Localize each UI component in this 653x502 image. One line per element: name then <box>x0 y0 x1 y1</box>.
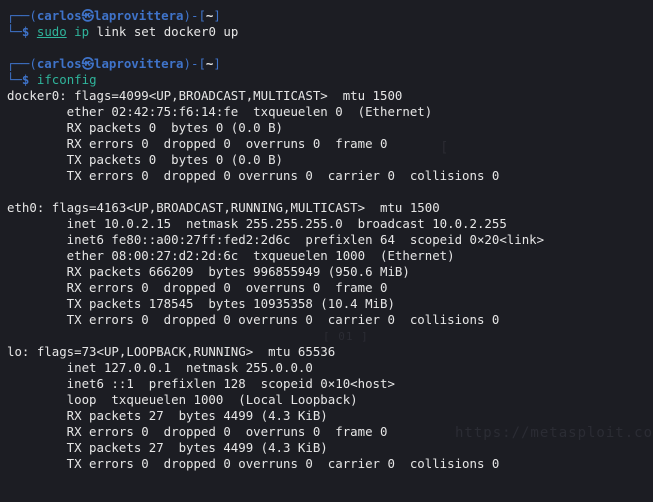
command-args: link set docker0 up <box>89 24 239 39</box>
output-line: RX errors 0 dropped 0 overruns 0 frame 0 <box>7 280 388 295</box>
prompt-host: laprovittera <box>94 56 184 71</box>
prompt-frame: └─ <box>7 72 22 87</box>
prompt-frame: ┌──( <box>7 56 37 71</box>
prompt-frame: ┌──( <box>7 8 37 23</box>
output-line: TX packets 27 bytes 4499 (4.3 KiB) <box>7 440 328 455</box>
output-line: inet 127.0.0.1 netmask 255.0.0.0 <box>7 360 313 375</box>
output-line: loop txqueuelen 1000 (Local Loopback) <box>7 392 358 407</box>
output-line: RX errors 0 dropped 0 overruns 0 frame 0 <box>7 136 388 151</box>
prompt-line-top: ┌──(carlos㉿laprovittera)-[~] <box>7 8 221 24</box>
prompt-dollar: $ <box>21 72 30 87</box>
prompt-frame: )-[ <box>183 56 206 71</box>
prompt-user: carlos <box>36 8 82 23</box>
command-line[interactable]: └─$ ifconfig <box>7 72 97 88</box>
prompt-line-top: ┌──(carlos㉿laprovittera)-[~] <box>7 56 221 72</box>
prompt-frame: )-[ <box>183 8 206 23</box>
background-watermark-note: [ 01 ] <box>323 330 369 343</box>
command-sudo: sudo <box>36 24 67 39</box>
output-line: inet 10.0.2.15 netmask 255.255.255.0 bro… <box>7 216 507 231</box>
prompt-frame: └─ <box>7 24 22 39</box>
command-name: ip <box>74 24 90 39</box>
output-line: docker0: flags=4099<UP,BROADCAST,MULTICA… <box>7 88 403 103</box>
command-line[interactable]: └─$ sudo ip link set docker0 up <box>7 24 238 40</box>
prompt-user: carlos <box>36 56 82 71</box>
output-line: ether 08:00:27:d2:2d:6c txqueuelen 1000 … <box>7 248 455 263</box>
output-line: TX packets 0 bytes 0 (0.0 B) <box>7 152 284 167</box>
output-line: TX errors 0 dropped 0 overruns 0 carrier… <box>7 168 500 183</box>
prompt-at-symbol: ㉿ <box>81 8 94 23</box>
terminal-window[interactable]: https://metasploit.co [ 01 ] [ ┌──(carlo… <box>0 0 653 502</box>
output-line: TX errors 0 dropped 0 overruns 0 carrier… <box>7 456 500 471</box>
output-line: eth0: flags=4163<UP,BROADCAST,RUNNING,MU… <box>7 200 440 215</box>
prompt-frame: ] <box>213 56 221 71</box>
output-line: RX errors 0 dropped 0 overruns 0 frame 0 <box>7 424 388 439</box>
output-line: inet6 ::1 prefixlen 128 scopeid 0×10<hos… <box>7 376 395 391</box>
output-line: TX packets 178545 bytes 10935358 (10.4 M… <box>7 296 395 311</box>
output-line: ether 02:42:75:f6:14:fe txqueuelen 0 (Et… <box>7 104 433 119</box>
prompt-frame: ] <box>213 8 221 23</box>
background-watermark-bracket: [ <box>440 140 450 156</box>
background-watermark-url: https://metasploit.co <box>455 425 653 441</box>
prompt-host: laprovittera <box>94 8 184 23</box>
output-line: inet6 fe80::a00:27ff:fed2:2d6c prefixlen… <box>7 232 545 247</box>
command-name: ifconfig <box>36 72 97 87</box>
prompt-dollar: $ <box>21 24 30 39</box>
prompt-at-symbol: ㉿ <box>81 56 94 71</box>
output-line: RX packets 27 bytes 4499 (4.3 KiB) <box>7 408 328 423</box>
output-line: TX errors 0 dropped 0 overruns 0 carrier… <box>7 312 500 327</box>
output-line: lo: flags=73<UP,LOOPBACK,RUNNING> mtu 65… <box>7 344 336 359</box>
output-line: RX packets 666209 bytes 996855949 (950.6… <box>7 264 410 279</box>
output-line: RX packets 0 bytes 0 (0.0 B) <box>7 120 284 135</box>
